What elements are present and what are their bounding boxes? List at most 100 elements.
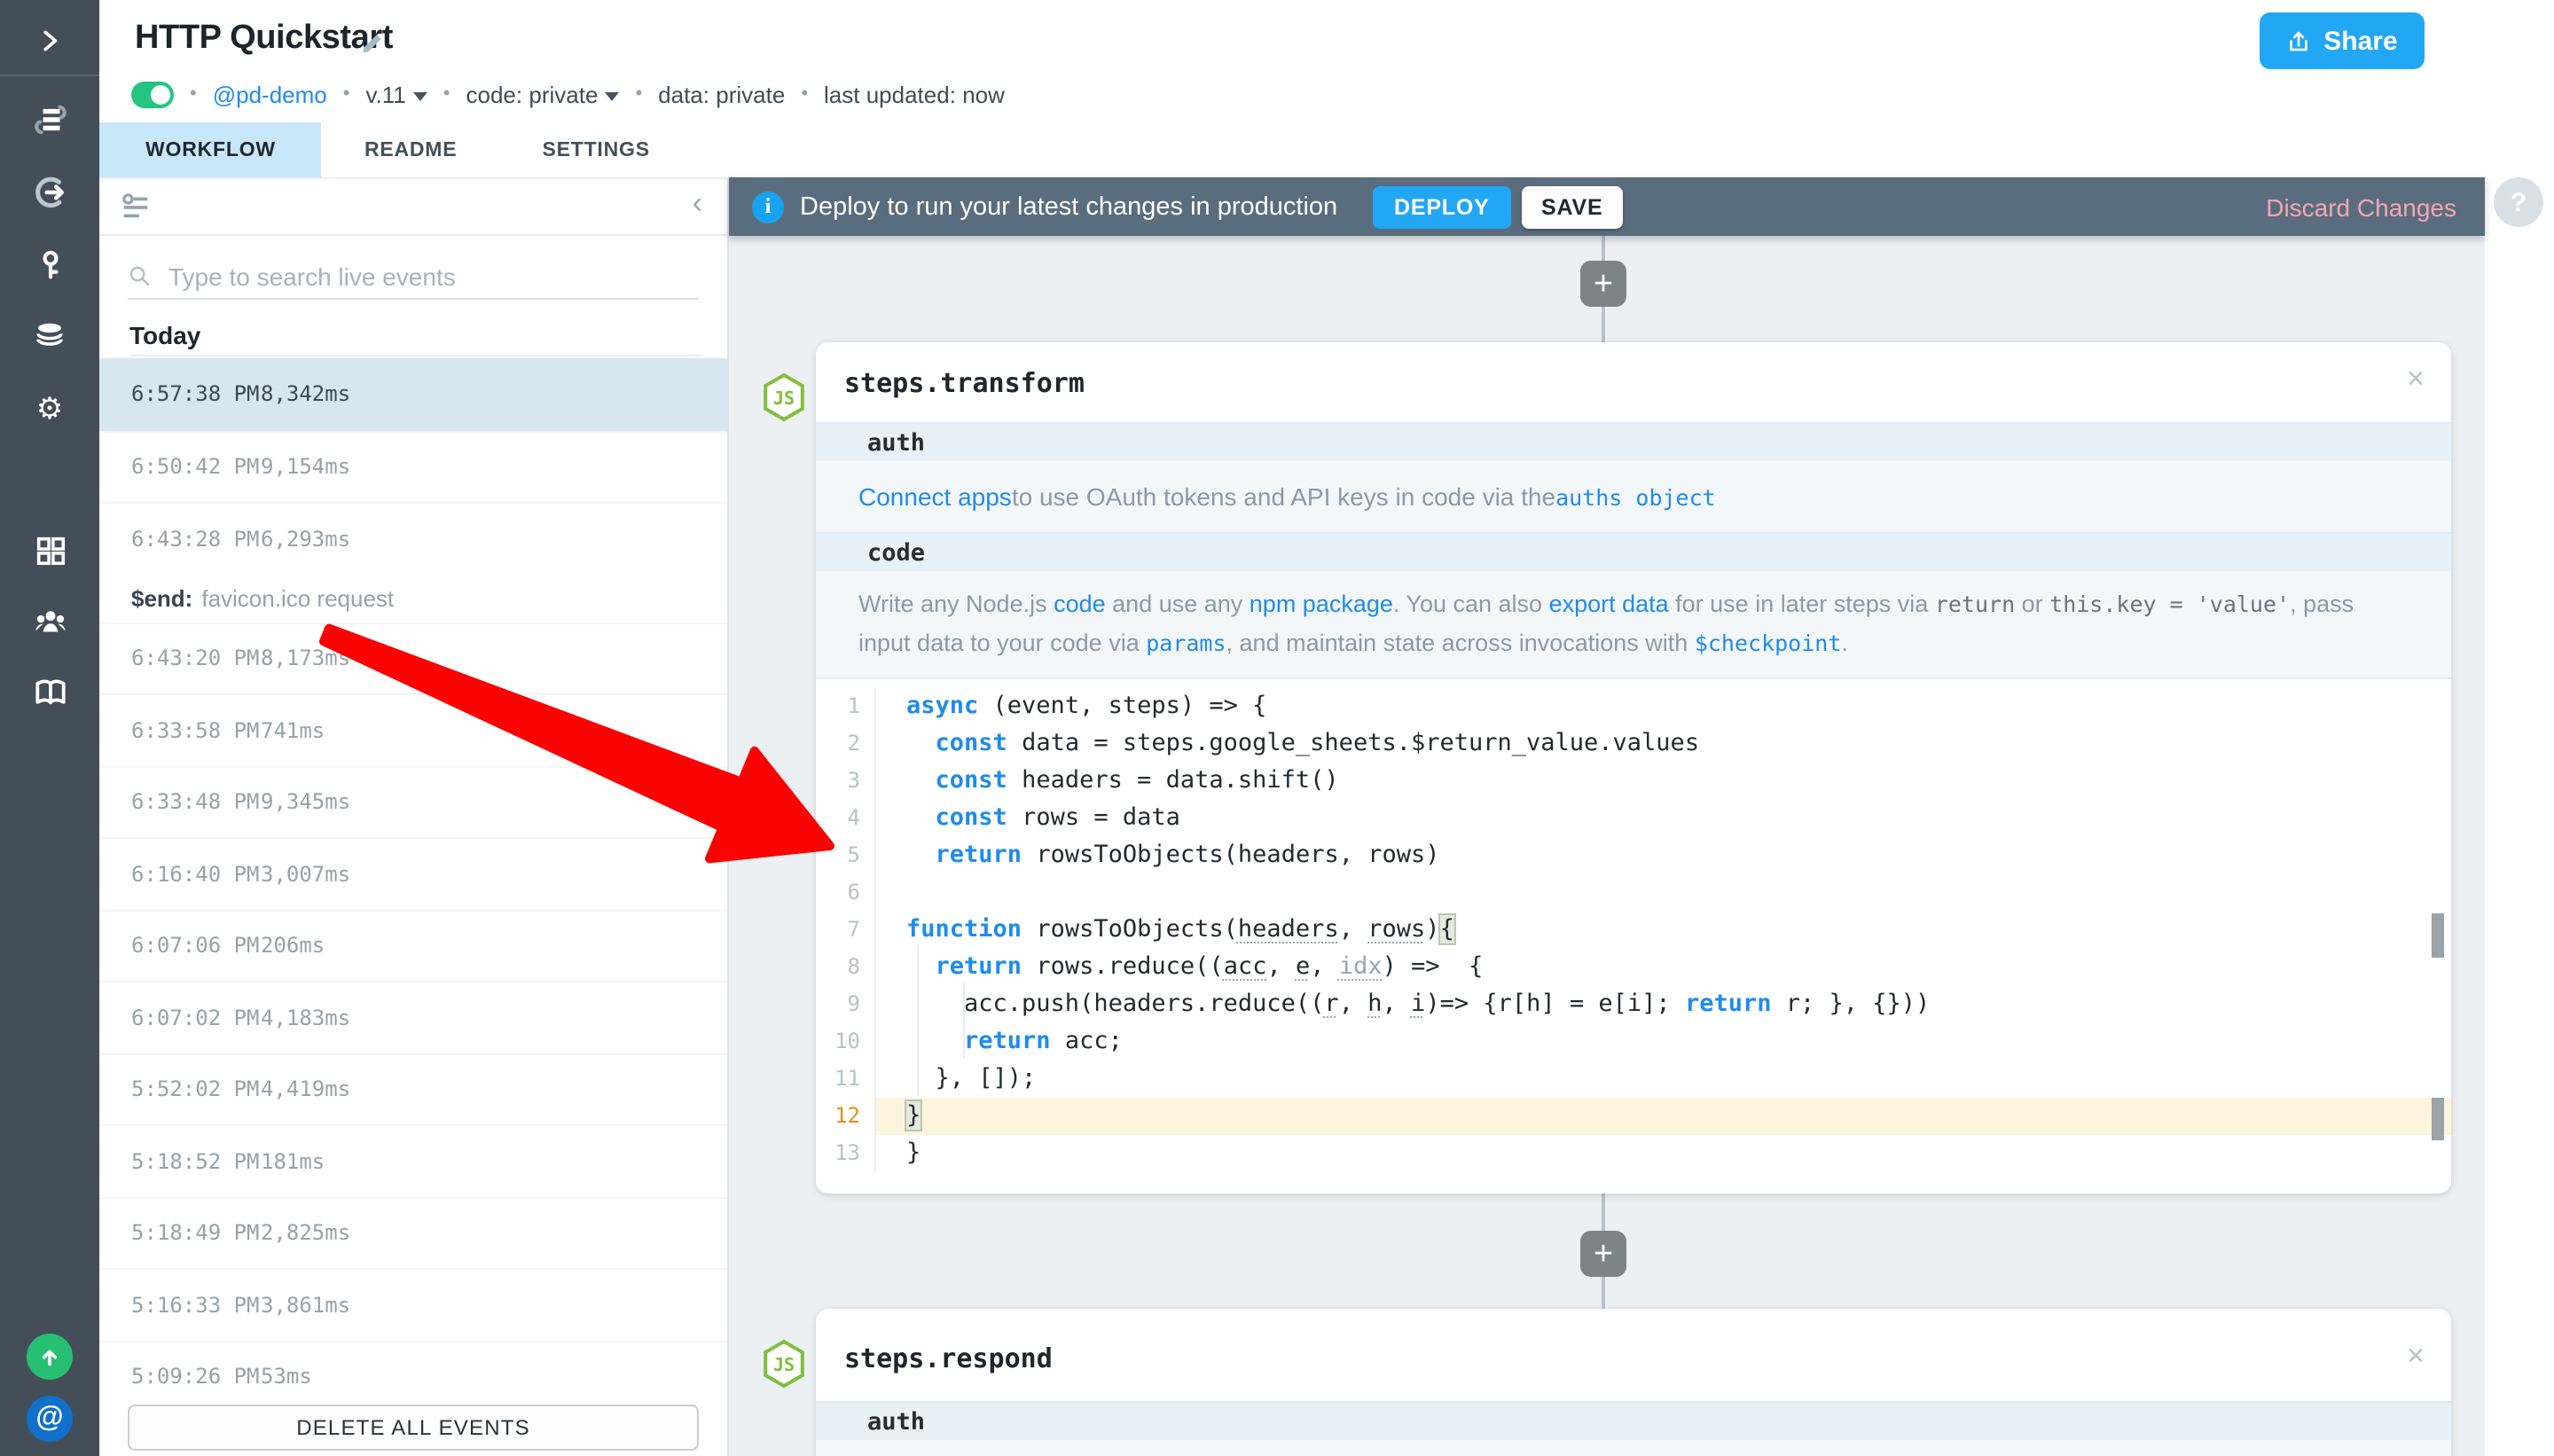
sidebar-item-settings[interactable]: ⚙ xyxy=(0,378,99,438)
event-note[interactable]: $end:favicon.ico request xyxy=(99,574,727,622)
event-search[interactable]: Type to search live events xyxy=(128,254,699,300)
editor-scrollbar-thumb[interactable] xyxy=(2432,1098,2444,1140)
at-icon: @ xyxy=(35,1403,63,1435)
sidebar-item-sources[interactable] xyxy=(0,161,99,222)
version-dropdown[interactable]: v.11 xyxy=(365,81,427,107)
event-row[interactable]: 6:43:28 PM6,293ms xyxy=(99,502,727,574)
deploy-button[interactable]: DEPLOY xyxy=(1373,186,1511,229)
add-step-button-top[interactable]: + xyxy=(1580,261,1626,307)
event-row[interactable]: 5:16:33 PM3,861ms xyxy=(99,1268,727,1340)
inline-link[interactable]: $checkpoint xyxy=(1695,630,1842,656)
meta-bullet: • xyxy=(190,83,197,105)
text-segment: const xyxy=(936,803,1007,832)
save-button[interactable]: SAVE xyxy=(1522,186,1622,229)
user-avatar[interactable]: @ xyxy=(27,1396,73,1442)
add-step-button-middle[interactable]: + xyxy=(1580,1231,1626,1277)
event-row[interactable]: 6:43:20 PM8,173ms xyxy=(99,622,727,693)
text-segment: , xyxy=(1310,952,1339,981)
inline-link[interactable]: auths object xyxy=(1555,483,1716,510)
text-segment: , xyxy=(1339,990,1368,1018)
upgrade-button[interactable] xyxy=(27,1334,73,1380)
code-line[interactable]: 13} xyxy=(816,1135,2451,1172)
tab-readme[interactable]: README xyxy=(322,122,500,177)
event-row[interactable]: 5:18:49 PM2,825ms xyxy=(99,1196,727,1268)
help-button[interactable]: ? xyxy=(2494,177,2543,227)
code-line[interactable]: 4 const rows = data xyxy=(816,800,2451,837)
sidebar-item-accounts[interactable] xyxy=(0,234,99,294)
search-placeholder: Type to search live events xyxy=(168,262,456,290)
rename-button[interactable] xyxy=(358,28,387,57)
code-line[interactable]: 9 acc.push(headers.reduce((r, h, i)=> {r… xyxy=(816,986,2451,1023)
line-content: return acc; xyxy=(876,1023,2451,1061)
close-icon[interactable]: × xyxy=(2407,1341,2425,1371)
line-number: 7 xyxy=(816,912,876,949)
event-row[interactable]: 5:09:26 PM53ms xyxy=(99,1340,727,1412)
sidebar-item-data[interactable] xyxy=(0,305,99,365)
text-segment: rows xyxy=(1367,915,1425,943)
sidebar-item-apps[interactable] xyxy=(0,520,99,580)
text-segment: this.key = 'value' xyxy=(2049,591,2290,617)
sidebar-expand-button[interactable] xyxy=(0,11,99,71)
event-duration: 2,825ms xyxy=(261,1221,350,1246)
code-line[interactable]: 6 xyxy=(816,874,2451,912)
code-line[interactable]: 11 }, []); xyxy=(816,1061,2451,1098)
close-icon[interactable]: × xyxy=(2407,364,2425,394)
editor-scrollbar-thumb[interactable] xyxy=(2432,913,2444,958)
auth-section-header[interactable]: auth xyxy=(816,422,2451,461)
step-header[interactable]: steps.transform × xyxy=(816,342,2451,422)
event-row[interactable]: 6:16:40 PM3,007ms xyxy=(99,837,727,909)
inline-link[interactable]: code xyxy=(1054,591,1106,617)
line-number: 12 xyxy=(816,1098,876,1135)
people-icon xyxy=(31,602,68,639)
inline-link[interactable]: npm package xyxy=(1250,591,1393,617)
code-line[interactable]: 3 const headers = data.shift() xyxy=(816,763,2451,800)
sidebar-item-docs[interactable] xyxy=(0,661,99,722)
code-line[interactable]: 2 const data = steps.google_sheets.$retu… xyxy=(816,725,2451,763)
code-line[interactable]: 1async (event, steps) => { xyxy=(816,688,2451,725)
auth-section-header[interactable]: auth xyxy=(816,1401,2451,1440)
code-line[interactable]: 7function rowsToObjects(headers, rows){ xyxy=(816,912,2451,949)
deploy-banner: i Deploy to run your latest changes in p… xyxy=(729,177,2485,236)
chevron-right-icon xyxy=(35,27,64,55)
inline-link[interactable]: params xyxy=(1146,630,1226,656)
inline-link[interactable]: export data xyxy=(1549,591,1669,617)
code-editor[interactable]: 1async (event, steps) => {2 const data =… xyxy=(816,679,2451,1183)
event-time: 6:50:42 PM xyxy=(131,455,261,480)
share-button[interactable]: Share xyxy=(2260,12,2425,69)
code-line[interactable]: 10 return acc; xyxy=(816,1023,2451,1061)
event-row[interactable]: 6:33:48 PM9,345ms xyxy=(99,765,727,837)
sidebar-item-community[interactable] xyxy=(0,591,99,651)
event-row[interactable]: 6:07:02 PM4,183ms xyxy=(99,981,727,1053)
code-section-header[interactable]: code xyxy=(816,532,2451,571)
event-row[interactable]: 5:18:52 PM181ms xyxy=(99,1124,727,1196)
text-segment: const xyxy=(936,766,1007,795)
event-row[interactable]: 6:57:38 PM8,342ms xyxy=(99,358,727,430)
tab-settings[interactable]: SETTINGS xyxy=(499,122,692,177)
step-header[interactable]: steps.respond × xyxy=(816,1309,2451,1401)
code-line[interactable]: 8 return rows.reduce((acc, e, idx) => { xyxy=(816,949,2451,986)
text-segment xyxy=(906,803,936,832)
event-duration: 4,183ms xyxy=(261,1006,350,1030)
event-row[interactable]: 6:07:06 PM206ms xyxy=(99,909,727,981)
collapse-panel-button[interactable]: ‹ xyxy=(693,186,702,222)
text-segment xyxy=(906,952,936,981)
code-visibility-dropdown[interactable]: code: private xyxy=(466,81,620,107)
owner-link[interactable]: @pd-demo xyxy=(213,81,327,107)
event-time: 6:33:58 PM xyxy=(131,718,261,743)
event-row[interactable]: 5:52:02 PM4,419ms xyxy=(99,1053,727,1124)
event-row[interactable]: 6:50:42 PM9,154ms xyxy=(99,430,727,502)
workflow-active-toggle[interactable] xyxy=(131,81,174,107)
code-line[interactable]: 12} xyxy=(816,1098,2451,1135)
tab-workflow[interactable]: WORKFLOW xyxy=(99,122,322,177)
filter-events-button[interactable] xyxy=(119,190,153,232)
line-content: const data = steps.google_sheets.$return… xyxy=(876,725,2451,763)
inline-link[interactable]: Connect apps xyxy=(858,482,1012,511)
sidebar-item-workflows[interactable] xyxy=(0,89,99,149)
event-duration: 181ms xyxy=(261,1149,325,1174)
share-label: Share xyxy=(2323,26,2397,56)
line-content: } xyxy=(876,1098,2451,1135)
delete-all-events-button[interactable]: DELETE ALL EVENTS xyxy=(128,1405,699,1451)
discard-changes-link[interactable]: Discard Changes xyxy=(2266,177,2456,236)
event-row[interactable]: 6:33:58 PM741ms xyxy=(99,693,727,765)
code-line[interactable]: 5 return rowsToObjects(headers, rows) xyxy=(816,837,2451,874)
